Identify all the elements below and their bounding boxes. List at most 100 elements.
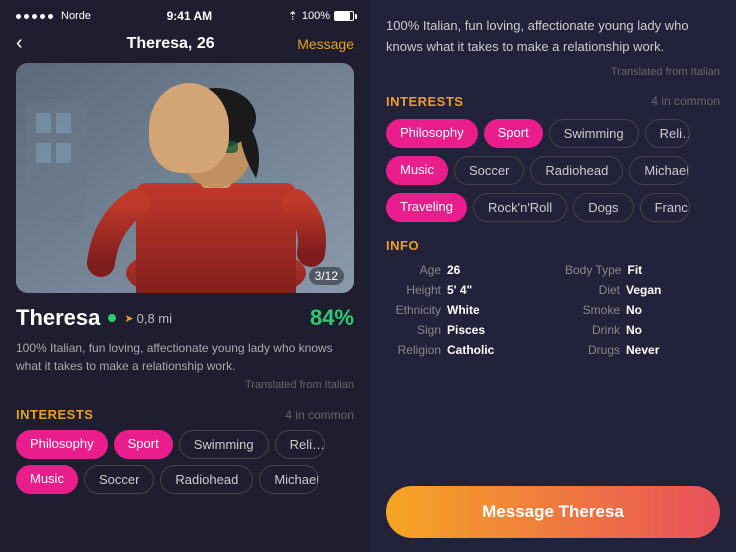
info-sign-row: Sign Pisces <box>386 323 553 337</box>
tag-reli[interactable]: Reli… <box>275 430 325 459</box>
message-theresa-button[interactable]: Message Theresa <box>386 486 720 538</box>
info-drugs-row: Drugs Never <box>565 343 720 357</box>
info-bodytype-val: Fit <box>627 263 642 277</box>
tag-radiohead[interactable]: Radiohead <box>160 465 253 494</box>
right-translated: Translated from Italian <box>386 66 720 78</box>
tag-music[interactable]: Music <box>16 465 78 494</box>
profile-bio: 100% Italian, fun loving, affectionate y… <box>16 339 354 375</box>
nav-bar: ‹ Theresa, 26 Message <box>0 28 370 63</box>
right-tag-rocknroll[interactable]: Rock'n'Roll <box>473 193 567 222</box>
interests-label: INTERESTS <box>16 407 93 422</box>
right-tags-row-1: Philosophy Sport Swimming Reli… <box>386 119 720 148</box>
battery-area: ⇡ 100% <box>288 9 354 23</box>
verified-dot <box>108 314 116 322</box>
tags-row-2: Music Soccer Radiohead Michael… <box>16 465 354 494</box>
message-btn-container: Message Theresa <box>370 476 736 552</box>
info-bodytype-key: Body Type <box>565 263 621 277</box>
profile-info: Theresa ➤ 0,8 mi 84% 100% Italian, fun l… <box>0 293 370 399</box>
info-drugs-key: Drugs <box>565 343 620 357</box>
left-panel: Norde 9:41 AM ⇡ 100% ‹ Theresa, 26 Messa… <box>0 0 370 552</box>
info-age-key: Age <box>386 263 441 277</box>
right-bio: 100% Italian, fun loving, affectionate y… <box>386 16 720 58</box>
wifi-icon: ⇡ <box>288 9 298 23</box>
info-religion-row: Religion Catholic <box>386 343 553 357</box>
right-scroll-area: 100% Italian, fun loving, affectionate y… <box>370 0 736 476</box>
info-sign-val: Pisces <box>447 323 485 337</box>
info-ethnicity-row: Ethnicity White <box>386 303 553 317</box>
tags-row-1: Philosophy Sport Swimming Reli… <box>16 430 354 459</box>
tag-philosophy[interactable]: Philosophy <box>16 430 108 459</box>
right-tag-dogs[interactable]: Dogs <box>573 193 633 222</box>
right-tag-reli[interactable]: Reli… <box>645 119 690 148</box>
info-height-key: Height <box>386 283 441 297</box>
profile-name: Theresa <box>16 305 100 331</box>
right-tags-row-2: Music Soccer Radiohead Michael B… <box>386 156 720 185</box>
image-counter: 3/12 <box>309 267 344 285</box>
tag-soccer[interactable]: Soccer <box>84 465 154 494</box>
match-percentage: 84% <box>310 305 354 331</box>
info-drugs-val: Never <box>626 343 659 357</box>
right-tag-michael[interactable]: Michael B… <box>629 156 689 185</box>
right-tag-radiohead[interactable]: Radiohead <box>530 156 623 185</box>
info-height-val: 5' 4" <box>447 283 472 297</box>
profile-image-container: 3/12 <box>16 63 354 293</box>
info-age-val: 26 <box>447 263 460 277</box>
info-col-left: Age 26 Height 5' 4" Ethnicity White Sign… <box>386 263 553 357</box>
interests-section: INTERESTS 4 in common Philosophy Sport S… <box>0 399 370 459</box>
info-col-right: Body Type Fit Diet Vegan Smoke No Drink … <box>553 263 720 357</box>
battery-icon <box>334 11 354 21</box>
info-drink-val: No <box>626 323 642 337</box>
interests-header: INTERESTS 4 in common <box>16 407 354 422</box>
info-drink-key: Drink <box>565 323 620 337</box>
right-tag-soccer[interactable]: Soccer <box>454 156 524 185</box>
tag-sport[interactable]: Sport <box>114 430 173 459</box>
info-smoke-val: No <box>626 303 642 317</box>
profile-illustration <box>16 63 354 293</box>
info-label: INFO <box>386 238 720 253</box>
distance: ➤ 0,8 mi <box>124 311 172 326</box>
right-interests-header: INTERESTS 4 in common <box>386 94 720 109</box>
right-tag-music[interactable]: Music <box>386 156 448 185</box>
signal-dots <box>16 14 53 19</box>
clock: 9:41 AM <box>167 9 213 23</box>
common-count: 4 in common <box>285 408 354 422</box>
info-religion-val: Catholic <box>447 343 494 357</box>
info-height-row: Height 5' 4" <box>386 283 553 297</box>
right-tag-traveling[interactable]: Traveling <box>386 193 467 222</box>
info-diet-row: Diet Vegan <box>565 283 720 297</box>
info-drink-row: Drink No <box>565 323 720 337</box>
name-row: Theresa ➤ 0,8 mi 84% <box>16 305 354 331</box>
right-common: 4 in common <box>651 94 720 108</box>
status-bar: Norde 9:41 AM ⇡ 100% <box>0 0 370 28</box>
tag-michaelb[interactable]: Michael… <box>259 465 319 494</box>
right-tag-swimming[interactable]: Swimming <box>549 119 639 148</box>
right-tag-sport[interactable]: Sport <box>484 119 543 148</box>
info-diet-val: Vegan <box>626 283 661 297</box>
message-link[interactable]: Message <box>297 36 354 52</box>
right-tags-row-3: Traveling Rock'n'Roll Dogs Franc… <box>386 193 720 222</box>
info-diet-key: Diet <box>565 283 620 297</box>
info-smoke-row: Smoke No <box>565 303 720 317</box>
info-religion-key: Religion <box>386 343 441 357</box>
back-button[interactable]: ‹ <box>16 32 44 55</box>
profile-photo <box>16 63 354 293</box>
tags-row-2-container: Music Soccer Radiohead Michael… <box>0 459 370 494</box>
right-panel: 100% Italian, fun loving, affectionate y… <box>370 0 736 552</box>
right-tag-philosophy[interactable]: Philosophy <box>386 119 478 148</box>
info-ethnicity-val: White <box>447 303 480 317</box>
right-interests-label: INTERESTS <box>386 94 463 109</box>
info-section: INFO Age 26 Height 5' 4" Ethnicity White <box>386 238 720 357</box>
location-icon: ➤ <box>124 312 133 325</box>
nav-title: Theresa, 26 <box>127 35 215 53</box>
info-bodytype-row: Body Type Fit <box>565 263 720 277</box>
info-ethnicity-key: Ethnicity <box>386 303 441 317</box>
info-sign-key: Sign <box>386 323 441 337</box>
translated-label: Translated from Italian <box>16 379 354 391</box>
battery-pct: 100% <box>302 10 330 22</box>
carrier-label: Norde <box>61 10 91 22</box>
tag-swimming[interactable]: Swimming <box>179 430 269 459</box>
right-tags-grid: Philosophy Sport Swimming Reli… Music So… <box>386 119 720 222</box>
info-age-row: Age 26 <box>386 263 553 277</box>
right-tag-franc[interactable]: Franc… <box>640 193 690 222</box>
info-smoke-key: Smoke <box>565 303 620 317</box>
